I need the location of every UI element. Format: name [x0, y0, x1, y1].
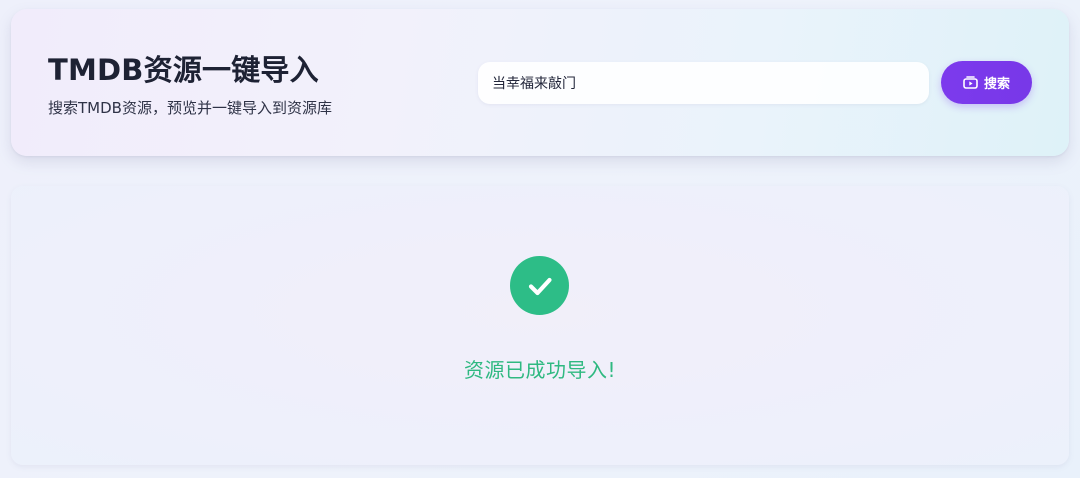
search-button-label: 搜索 — [983, 77, 1010, 92]
page-title: TMDB资源一键导入 — [48, 53, 319, 87]
search-button[interactable]: 搜索 — [941, 61, 1032, 104]
search-input[interactable] — [478, 62, 929, 104]
page-subtitle: 搜索TMDB资源，预览并一键导入到资源库 — [48, 99, 332, 117]
result-panel: 资源已成功导入! — [11, 186, 1069, 465]
success-message: 资源已成功导入! — [463, 358, 617, 382]
tv-play-icon — [963, 76, 978, 89]
check-circle-icon — [510, 256, 569, 315]
header-card: TMDB资源一键导入 搜索TMDB资源，预览并一键导入到资源库 搜索 — [11, 9, 1069, 156]
